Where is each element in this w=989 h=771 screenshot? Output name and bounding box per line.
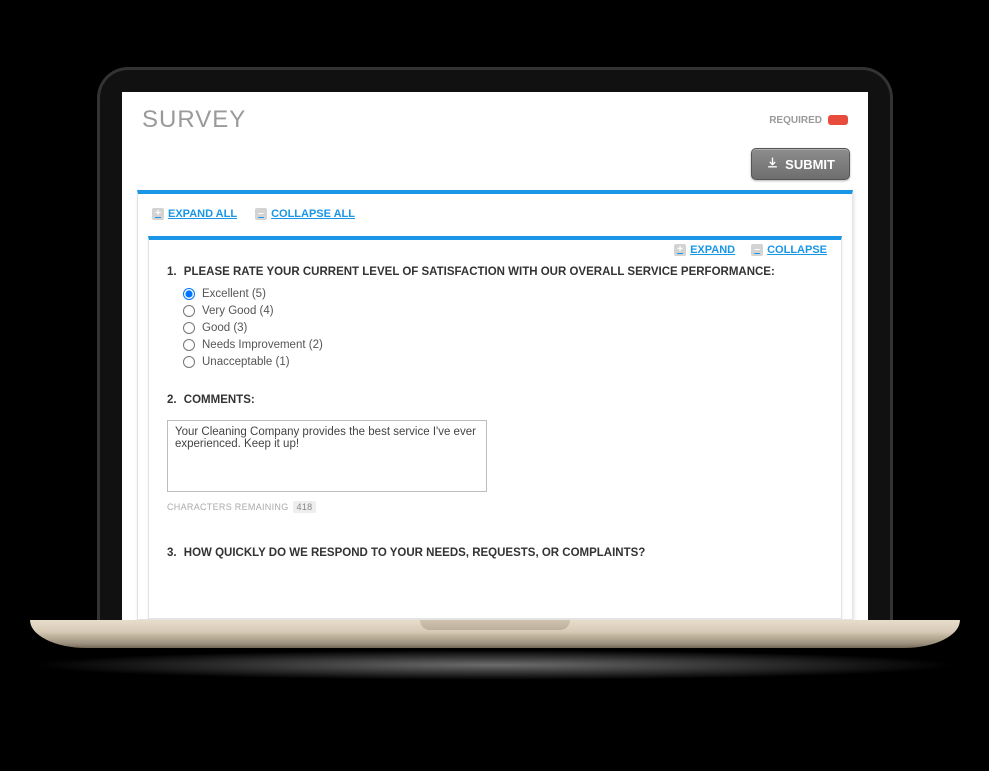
question-3: 3. HOW QUICKLY DO WE RESPOND TO YOUR NEE… [149, 521, 841, 577]
radio-option[interactable]: Good (3) [183, 322, 823, 334]
required-indicator: REQUIRED [769, 115, 848, 126]
question-text: COMMENTS: [184, 394, 255, 406]
screen: SURVEY REQUIRED SUBMIT + EXPAND ALL [122, 92, 868, 620]
survey-global-toolbar: + EXPAND ALL – COLLAPSE ALL [138, 194, 852, 230]
char-remaining-label: CHARACTERS REMAINING [167, 502, 289, 512]
question-heading: 2. COMMENTS: [167, 394, 823, 406]
char-remaining: CHARACTERS REMAINING 418 [167, 501, 823, 513]
question-text: HOW QUICKLY DO WE RESPOND TO YOUR NEEDS,… [184, 547, 646, 559]
question-number: 1. [167, 266, 177, 278]
question-heading: 1. PLEASE RATE YOUR CURRENT LEVEL OF SAT… [167, 266, 823, 278]
question-number: 2. [167, 394, 177, 406]
expand-label: EXPAND [690, 244, 735, 256]
radio-input[interactable] [183, 288, 195, 300]
radio-input[interactable] [183, 322, 195, 334]
radio-option[interactable]: Very Good (4) [183, 305, 823, 317]
submit-button[interactable]: SUBMIT [751, 148, 850, 180]
question-1: 1. PLEASE RATE YOUR CURRENT LEVEL OF SAT… [149, 260, 841, 376]
radio-label: Good (3) [202, 322, 247, 334]
radio-label: Unacceptable (1) [202, 356, 290, 368]
collapse-button[interactable]: – COLLAPSE [751, 244, 827, 256]
survey-section: + EXPAND – COLLAPSE 1. PLEASE RATE YOUR … [148, 236, 842, 619]
download-icon [766, 156, 779, 172]
minus-icon: – [255, 208, 267, 220]
submit-label: SUBMIT [785, 157, 835, 172]
radio-input[interactable] [183, 305, 195, 317]
section-toolbar: + EXPAND – COLLAPSE [149, 240, 841, 260]
radio-option[interactable]: Excellent (5) [183, 288, 823, 300]
comments-textarea[interactable] [167, 420, 487, 492]
laptop-base [30, 620, 960, 648]
survey-panel: + EXPAND ALL – COLLAPSE ALL + EXPAND – [137, 190, 853, 620]
question-2: 2. COMMENTS: CHARACTERS REMAINING 418 [149, 376, 841, 521]
radio-option[interactable]: Needs Improvement (2) [183, 339, 823, 351]
radio-option[interactable]: Unacceptable (1) [183, 356, 823, 368]
minus-icon: – [751, 244, 763, 256]
char-remaining-count: 418 [293, 501, 317, 513]
plus-icon: + [674, 244, 686, 256]
header: SURVEY REQUIRED [122, 92, 868, 140]
question-heading: 3. HOW QUICKLY DO WE RESPOND TO YOUR NEE… [167, 547, 823, 559]
required-label: REQUIRED [769, 115, 822, 126]
radio-label: Needs Improvement (2) [202, 339, 323, 351]
radio-input[interactable] [183, 339, 195, 351]
expand-button[interactable]: + EXPAND [674, 244, 735, 256]
radio-label: Excellent (5) [202, 288, 266, 300]
radio-input[interactable] [183, 356, 195, 368]
laptop-shadow [30, 650, 960, 680]
radio-group: Excellent (5) Very Good (4) Good (3) [167, 288, 823, 368]
plus-icon: + [152, 208, 164, 220]
required-pill-icon [828, 115, 848, 125]
expand-all-label: EXPAND ALL [168, 208, 237, 220]
expand-all-button[interactable]: + EXPAND ALL [152, 208, 237, 220]
laptop-frame: SURVEY REQUIRED SUBMIT + EXPAND ALL [100, 70, 890, 620]
collapse-all-label: COLLAPSE ALL [271, 208, 355, 220]
collapse-label: COLLAPSE [767, 244, 827, 256]
page-title: SURVEY [142, 106, 246, 134]
collapse-all-button[interactable]: – COLLAPSE ALL [255, 208, 355, 220]
question-text: PLEASE RATE YOUR CURRENT LEVEL OF SATISF… [184, 266, 775, 278]
question-number: 3. [167, 547, 177, 559]
submit-row: SUBMIT [122, 140, 868, 190]
radio-label: Very Good (4) [202, 305, 274, 317]
